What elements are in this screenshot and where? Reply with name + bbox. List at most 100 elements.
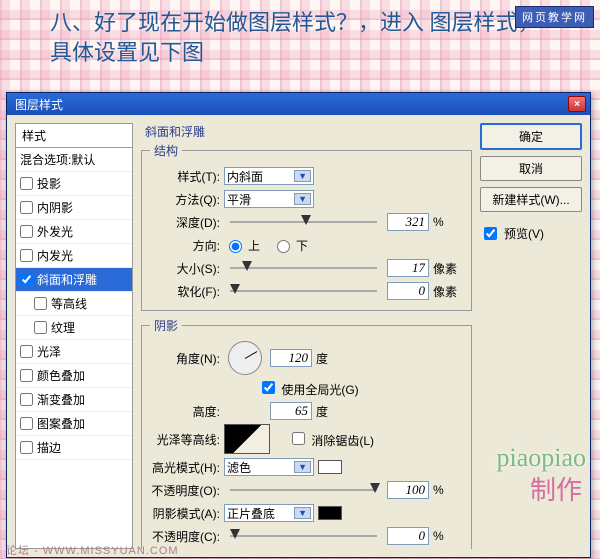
panel-title: 斜面和浮雕: [145, 123, 472, 140]
soften-input[interactable]: [387, 282, 429, 300]
style-row-texture[interactable]: 纹理: [16, 316, 132, 340]
style-label: 样式(T):: [150, 168, 220, 185]
style-checkbox-drop_shadow[interactable]: [20, 177, 33, 190]
style-row-inner_shadow[interactable]: 内阴影: [16, 196, 132, 220]
style-checkbox-texture[interactable]: [34, 321, 47, 334]
styles-panel: 样式 混合选项:默认 投影内阴影外发光内发光斜面和浮雕等高线纹理光泽颜色叠加渐变…: [15, 123, 133, 549]
highlight-opacity-slider[interactable]: [230, 485, 377, 495]
shadow-mode-select[interactable]: 正片叠底▼: [224, 504, 314, 522]
style-checkbox-gradient_overlay[interactable]: [20, 393, 33, 406]
style-checkbox-contour[interactable]: [34, 297, 47, 310]
style-label-bevel: 斜面和浮雕: [37, 271, 97, 288]
style-row-contour[interactable]: 等高线: [16, 292, 132, 316]
style-checkbox-color_overlay[interactable]: [20, 369, 33, 382]
chevron-down-icon: ▼: [294, 507, 311, 519]
preview-checkbox[interactable]: [484, 227, 497, 240]
technique-select[interactable]: 平滑▼: [224, 190, 314, 208]
style-row-pattern_overlay[interactable]: 图案叠加: [16, 412, 132, 436]
style-label-inner_shadow: 内阴影: [37, 199, 73, 216]
style-checkbox-inner_glow[interactable]: [20, 249, 33, 262]
structure-legend: 结构: [150, 142, 182, 159]
style-select[interactable]: 内斜面▼: [224, 167, 314, 185]
dialog-titlebar[interactable]: 图层样式 ×: [7, 93, 590, 115]
style-checkbox-inner_shadow[interactable]: [20, 201, 33, 214]
shading-group: 阴影 角度(N): 度 使用全局光(G) 高度: 度 光泽等高线: [141, 317, 472, 549]
style-row-drop_shadow[interactable]: 投影: [16, 172, 132, 196]
angle-unit: 度: [316, 350, 346, 367]
new-style-button[interactable]: 新建样式(W)...: [480, 187, 582, 212]
size-slider[interactable]: [230, 263, 377, 273]
ok-button[interactable]: 确定: [480, 123, 582, 150]
style-checkbox-bevel[interactable]: [20, 273, 33, 286]
style-row-inner_glow[interactable]: 内发光: [16, 244, 132, 268]
preview-label: 预览(V): [504, 225, 544, 242]
highlight-mode-select[interactable]: 滤色▼: [224, 458, 314, 476]
style-checkbox-outer_glow[interactable]: [20, 225, 33, 238]
style-row-gradient_overlay[interactable]: 渐变叠加: [16, 388, 132, 412]
shadow-opacity-slider[interactable]: [230, 531, 377, 541]
style-row-stroke[interactable]: 描边: [16, 436, 132, 460]
style-row-bevel[interactable]: 斜面和浮雕: [16, 268, 132, 292]
effect-settings-panel: 斜面和浮雕 结构 样式(T): 内斜面▼ 方法(Q): 平滑▼ 深度(D):: [141, 123, 472, 549]
global-light-checkbox[interactable]: 使用全局光(G): [258, 378, 359, 398]
close-icon[interactable]: ×: [568, 96, 586, 112]
shadow-opacity-input[interactable]: [387, 527, 429, 545]
dialog-title: 图层样式: [11, 96, 566, 113]
chevron-down-icon: ▼: [294, 461, 311, 473]
cancel-button[interactable]: 取消: [480, 156, 582, 181]
depth-input[interactable]: [387, 213, 429, 231]
blending-options-label: 混合选项:默认: [20, 151, 95, 168]
style-label-drop_shadow: 投影: [37, 175, 61, 192]
style-label-satin: 光泽: [37, 343, 61, 360]
style-label-color_overlay: 颜色叠加: [37, 367, 85, 384]
altitude-unit: 度: [316, 403, 346, 420]
angle-dial[interactable]: [228, 341, 262, 375]
direction-down-radio[interactable]: 下: [272, 237, 308, 254]
blending-options-row[interactable]: 混合选项:默认: [16, 148, 132, 172]
gloss-contour-picker[interactable]: [224, 424, 270, 454]
altitude-label: 高度:: [150, 403, 220, 420]
highlight-color-swatch[interactable]: [318, 460, 342, 474]
style-label-stroke: 描边: [37, 439, 61, 456]
footer-text: 论坛 - WWW.MISSYUAN.COM: [6, 542, 179, 558]
site-badge: 网页教学网: [515, 6, 594, 28]
gloss-contour-label: 光泽等高线:: [150, 431, 220, 448]
style-checkbox-satin[interactable]: [20, 345, 33, 358]
styles-list: 混合选项:默认 投影内阴影外发光内发光斜面和浮雕等高线纹理光泽颜色叠加渐变叠加图…: [15, 148, 133, 549]
anti-alias-checkbox[interactable]: 消除锯齿(L): [288, 429, 374, 449]
depth-slider[interactable]: [230, 217, 377, 227]
style-row-satin[interactable]: 光泽: [16, 340, 132, 364]
style-checkbox-stroke[interactable]: [20, 441, 33, 454]
highlight-mode-label: 高光模式(H):: [150, 459, 220, 476]
size-label: 大小(S):: [150, 260, 220, 277]
shadow-color-swatch[interactable]: [318, 506, 342, 520]
shadow-mode-label: 阴影模式(A):: [150, 505, 220, 522]
soften-slider[interactable]: [230, 286, 377, 296]
highlight-opacity-input[interactable]: [387, 481, 429, 499]
layer-style-dialog: 图层样式 × 样式 混合选项:默认 投影内阴影外发光内发光斜面和浮雕等高线纹理光…: [6, 92, 591, 558]
shading-legend: 阴影: [150, 317, 182, 334]
highlight-opacity-label: 不透明度(O):: [150, 482, 220, 499]
tutorial-overlay-text: 八、好了现在开始做图层样式？，进入 图层样式，具体设置见下图: [50, 8, 540, 67]
style-label-pattern_overlay: 图案叠加: [37, 415, 85, 432]
soften-unit: 像素: [433, 283, 463, 300]
style-label-gradient_overlay: 渐变叠加: [37, 391, 85, 408]
chevron-down-icon: ▼: [294, 193, 311, 205]
size-input[interactable]: [387, 259, 429, 277]
style-label-contour: 等高线: [51, 295, 87, 312]
soften-label: 软化(F):: [150, 283, 220, 300]
direction-up-radio[interactable]: 上: [224, 237, 260, 254]
dialog-buttons: 确定 取消 新建样式(W)... 预览(V): [480, 123, 582, 549]
angle-label: 角度(N):: [150, 350, 220, 367]
size-unit: 像素: [433, 260, 463, 277]
altitude-input[interactable]: [270, 402, 312, 420]
style-row-outer_glow[interactable]: 外发光: [16, 220, 132, 244]
style-label-texture: 纹理: [51, 319, 75, 336]
style-row-color_overlay[interactable]: 颜色叠加: [16, 364, 132, 388]
direction-label: 方向:: [150, 237, 220, 254]
structure-group: 结构 样式(T): 内斜面▼ 方法(Q): 平滑▼ 深度(D):: [141, 142, 472, 311]
style-checkbox-pattern_overlay[interactable]: [20, 417, 33, 430]
angle-input[interactable]: [270, 349, 312, 367]
highlight-opacity-unit: %: [433, 483, 463, 497]
shadow-opacity-unit: %: [433, 529, 463, 543]
